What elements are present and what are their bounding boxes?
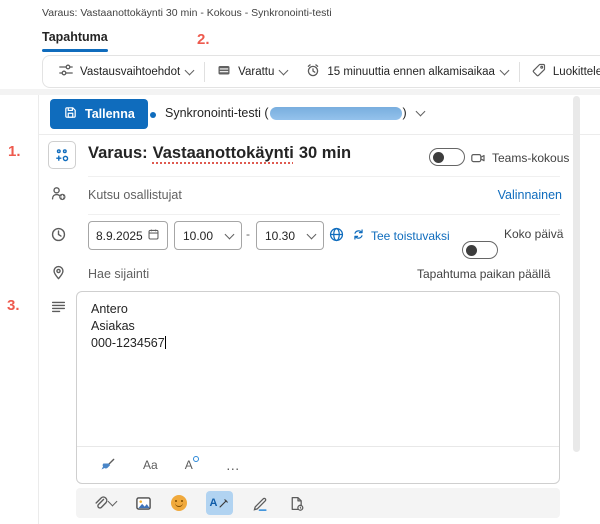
row-divider [88,214,560,215]
show-as-label: Varattu [238,66,274,78]
start-date-value: 8.9.2025 [96,229,143,243]
start-time-value: 10.00 [183,229,213,243]
annotation-2: 2. [197,31,210,48]
chevron-down-icon [108,497,118,507]
reminder-label: 15 minuuttia ennen alkamisaikaa [327,66,495,78]
calendar-icon [147,228,160,244]
title-suffix: 30 min [299,144,351,162]
document-clock-button[interactable] [288,495,305,512]
teams-meeting-toggle[interactable] [429,148,465,166]
description-icon [50,298,67,320]
optional-attendees-link[interactable]: Valinnainen [498,188,562,202]
attach-file-button[interactable] [92,495,116,512]
unsaved-changes-dot [150,112,156,118]
redacted-text [270,107,402,120]
response-options-label: Vastausvaihtoehdot [80,66,180,78]
response-options-icon [58,62,74,81]
emoji-button[interactable] [171,495,187,511]
editor-pen-glyph [218,498,229,509]
row-divider [39,134,600,135]
location-search-input[interactable]: Hae sijainti [88,267,149,281]
make-recurring-label: Tee toistuvaksi [371,229,450,243]
body-line: Asiakas [91,318,166,335]
scrollbar[interactable] [573,96,580,452]
categorize-button[interactable]: Luokittele [522,62,600,81]
format-toolbar: Aa A … [77,446,559,483]
tab-active-indicator [42,49,108,52]
event-body-editor[interactable]: Antero Asiakas 000-1234567 Aa A … [76,291,560,484]
ribbon-toolbar: Vastausvaihtoehdot Varattu 15 minuuttia … [42,55,600,88]
repeat-icon [351,227,366,245]
tag-icon [531,62,547,81]
time-range-dash: - [246,227,250,241]
start-date-input[interactable]: 8.9.2025 [88,221,168,250]
draw-button[interactable] [252,495,269,512]
row-divider [88,176,560,177]
show-as-busy-button[interactable]: Varattu [207,62,296,81]
annotation-3: 3. [7,297,20,314]
insert-toolbar: A [76,488,560,518]
response-options-button[interactable]: Vastausvaihtoehdot [49,62,202,81]
event-icon-glyph [54,147,70,163]
section-gap [0,89,600,95]
save-icon [63,105,78,123]
start-time-select[interactable]: 10.00 [174,221,242,250]
smiley-icon [171,495,187,511]
make-recurring-link[interactable]: Tee toistuvaksi [351,227,450,245]
body-line: Antero [91,301,166,318]
calendar-name-close: ) [403,106,407,120]
teams-meeting-label: Teams-kokous [492,151,569,165]
editor-button-selected[interactable]: A [206,491,233,515]
busy-status-icon [216,62,232,81]
title-misspelled-word: Vastaanottokäynti [153,144,294,162]
chevron-down-icon [279,65,289,75]
event-title-field[interactable]: Varaus: Vastaanottokäynti 30 min [88,144,351,163]
calendar-name: Synkronointi-testi ( [165,106,269,120]
editor-letter: A [210,497,218,509]
chevron-down-icon [185,65,195,75]
body-text: Antero Asiakas 000-1234567 [91,301,166,352]
text-cursor [165,336,166,349]
body-line: 000-1234567 [91,335,166,352]
chevron-down-icon [415,107,425,117]
window-title: Varaus: Vastaanottokäynti 30 min - Kokou… [42,7,332,19]
save-button[interactable]: Tallenna [50,99,148,129]
clock-icon [50,226,67,248]
tab-event[interactable]: Tapahtuma [42,30,108,44]
calendar-selector[interactable]: Synkronointi-testi ( ) [165,106,424,120]
font-size-button[interactable]: A [185,458,199,472]
title-prefix: Varaus: [88,144,148,162]
format-painter-button[interactable] [99,457,116,474]
categorize-label: Luokittele [553,66,600,78]
font-options-button[interactable]: Aa [143,458,158,472]
invite-attendees-input[interactable]: Kutsu osallistujat [88,188,182,202]
chevron-down-icon [307,229,317,239]
video-camera-icon [470,150,486,171]
all-day-toggle[interactable] [462,241,498,259]
alarm-clock-icon [305,62,321,81]
reminder-button[interactable]: 15 minuuttia ennen alkamisaikaa [296,62,517,81]
insert-image-button[interactable] [135,495,152,512]
event-compose-window: Varaus: Vastaanottokäynti 30 min - Kokou… [0,0,600,524]
end-time-select[interactable]: 10.30 [256,221,324,250]
toolbar-divider [204,62,205,82]
add-people-icon [50,185,67,207]
save-button-label: Tallenna [85,107,135,121]
timezone-globe-icon[interactable] [328,226,345,248]
end-time-value: 10.30 [265,229,295,243]
annotation-1: 1. [8,143,21,160]
panel-left-border [38,95,39,524]
more-formatting-button[interactable]: … [226,457,241,473]
in-person-event-label: Tapahtuma paikan päällä [417,267,550,281]
toolbar-divider [519,62,520,82]
event-icon-picker-button[interactable] [48,141,76,169]
chevron-down-icon [499,65,509,75]
all-day-label: Koko päivä [504,227,563,241]
chevron-down-icon [225,229,235,239]
location-pin-icon [50,264,67,286]
